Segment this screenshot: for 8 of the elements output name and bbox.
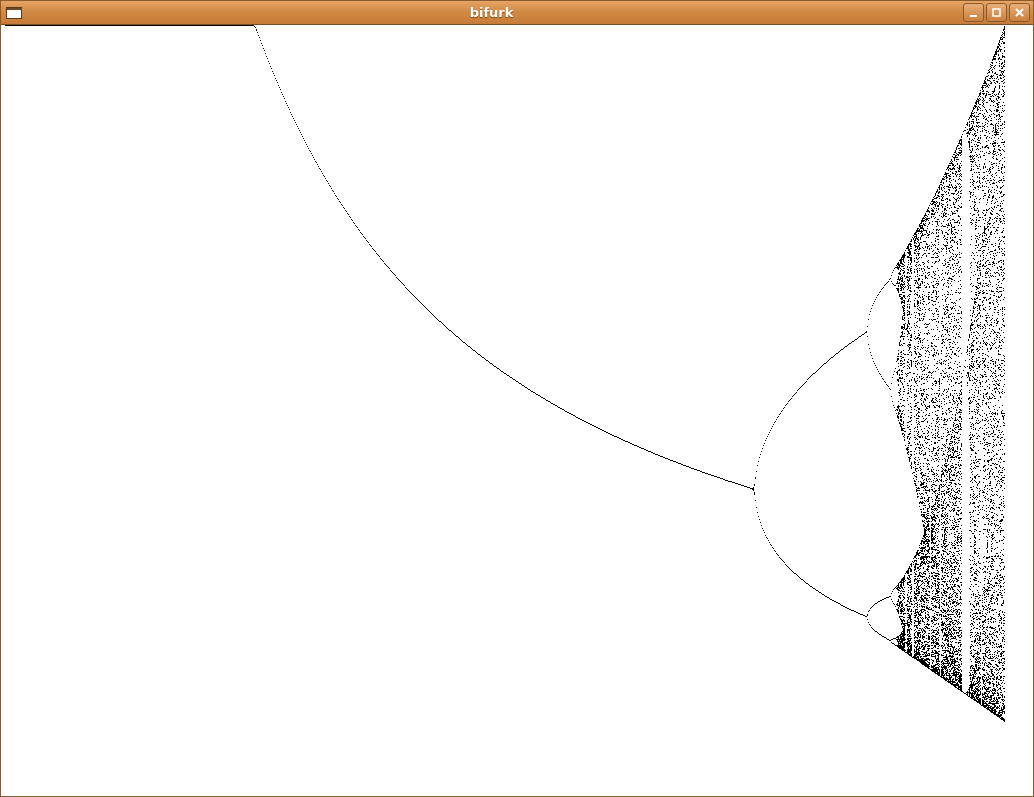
minimize-icon: [970, 14, 977, 17]
close-icon: [1015, 8, 1024, 17]
window-title: bifurk: [468, 5, 515, 20]
close-button[interactable]: [1009, 3, 1030, 22]
maximize-icon: [992, 8, 1001, 17]
maximize-button[interactable]: [986, 3, 1007, 22]
minimize-button[interactable]: [963, 3, 984, 22]
window-menu-icon[interactable]: [6, 6, 22, 19]
